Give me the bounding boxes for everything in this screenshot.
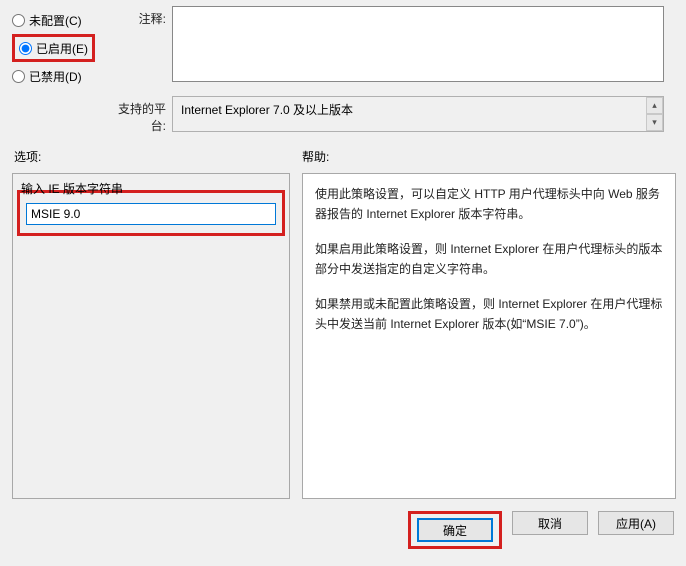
ok-button[interactable]: 确定 — [417, 518, 493, 542]
platform-value: Internet Explorer 7.0 及以上版本 — [181, 101, 353, 118]
highlight-version-input — [17, 190, 285, 236]
platform-box: Internet Explorer 7.0 及以上版本 ▴ ▾ — [172, 96, 664, 132]
radio-disabled-input[interactable] — [12, 70, 25, 83]
button-row: 确定 取消 应用(A) — [12, 511, 678, 549]
top-row: 未配置(C) 已启用(E) 已禁用(D) 注释: — [12, 6, 678, 90]
cancel-button[interactable]: 取消 — [512, 511, 588, 535]
policy-dialog: 未配置(C) 已启用(E) 已禁用(D) 注释: 支持的平台: Internet… — [0, 0, 686, 555]
options-panel: 输入 IE 版本字符串 — [12, 173, 290, 499]
section-labels: 选项: 帮助: — [12, 148, 678, 165]
state-radio-group: 未配置(C) 已启用(E) 已禁用(D) — [12, 6, 108, 90]
platform-row: 支持的平台: Internet Explorer 7.0 及以上版本 ▴ ▾ — [108, 96, 678, 134]
help-label: 帮助: — [302, 148, 678, 165]
comment-textarea[interactable] — [172, 6, 664, 82]
radio-enabled-input[interactable] — [19, 42, 32, 55]
scroll-up-icon[interactable]: ▴ — [646, 97, 663, 114]
radio-enabled-label: 已启用(E) — [36, 40, 88, 57]
version-input[interactable] — [26, 203, 276, 225]
radio-not-configured[interactable]: 未配置(C) — [12, 6, 108, 34]
help-paragraph: 使用此策略设置，可以自定义 HTTP 用户代理标头中向 Web 服务器报告的 I… — [315, 184, 663, 225]
scroll-down-icon[interactable]: ▾ — [646, 114, 663, 131]
comment-field-col — [172, 6, 678, 85]
help-panel: 使用此策略设置，可以自定义 HTTP 用户代理标头中向 Web 服务器报告的 I… — [302, 173, 676, 499]
highlight-radio-enabled: 已启用(E) — [12, 34, 95, 62]
options-label: 选项: — [12, 148, 302, 165]
radio-not-configured-input[interactable] — [12, 14, 25, 27]
radio-disabled[interactable]: 已禁用(D) — [12, 62, 108, 90]
help-paragraph: 如果启用此策略设置，则 Internet Explorer 在用户代理标头的版本… — [315, 239, 663, 280]
lower-panels: 输入 IE 版本字符串 使用此策略设置，可以自定义 HTTP 用户代理标头中向 … — [12, 173, 678, 499]
comment-label: 注释: — [108, 6, 172, 27]
radio-not-configured-label: 未配置(C) — [29, 12, 82, 29]
help-paragraph: 如果禁用或未配置此策略设置，则 Internet Explorer 在用户代理标… — [315, 294, 663, 335]
platform-label: 支持的平台: — [108, 96, 172, 134]
radio-enabled[interactable]: 已启用(E) — [19, 40, 88, 57]
platform-scrollbar: ▴ ▾ — [646, 97, 663, 131]
radio-disabled-label: 已禁用(D) — [29, 68, 82, 85]
apply-button[interactable]: 应用(A) — [598, 511, 674, 535]
highlight-ok-button: 确定 — [408, 511, 502, 549]
